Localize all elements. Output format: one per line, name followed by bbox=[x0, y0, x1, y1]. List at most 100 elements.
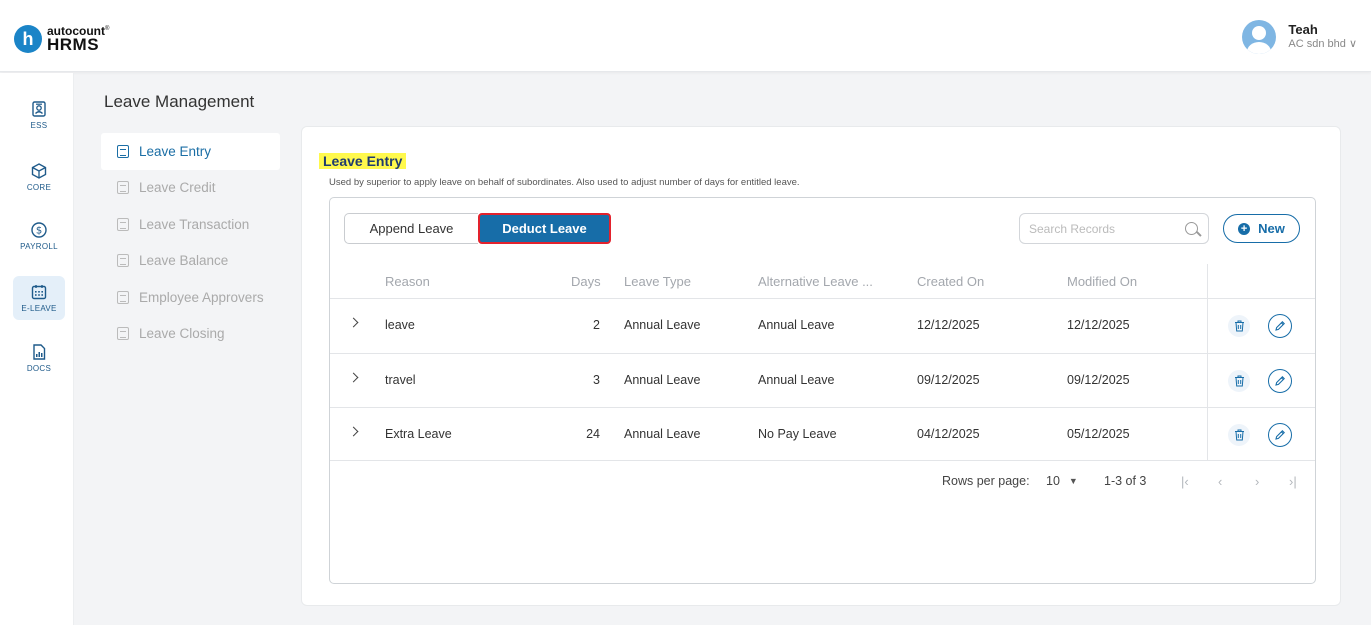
nav-e-leave[interactable]: E-LEAVE bbox=[13, 276, 65, 320]
nav-label: CORE bbox=[26, 183, 52, 192]
logo-text: autocount® HRMS bbox=[47, 25, 109, 53]
document-icon bbox=[117, 290, 129, 304]
logo-badge: h bbox=[14, 25, 42, 53]
nav-label: PAYROLL bbox=[20, 242, 58, 251]
nav-label: DOCS bbox=[26, 364, 52, 373]
delete-button[interactable] bbox=[1228, 424, 1250, 446]
menu-item-leave-balance[interactable]: Leave Balance bbox=[101, 243, 280, 280]
app-logo[interactable]: h autocount® HRMS bbox=[14, 25, 109, 53]
nav-label: E-LEAVE bbox=[21, 304, 57, 313]
cell-reason: travel bbox=[385, 373, 416, 387]
card-description: Used by superior to apply leave on behal… bbox=[329, 177, 800, 188]
menu-item-label: Leave Closing bbox=[139, 326, 225, 342]
column-header-days[interactable]: Days bbox=[571, 274, 601, 289]
column-header-reason[interactable]: Reason bbox=[385, 274, 430, 289]
delete-button[interactable] bbox=[1228, 315, 1250, 337]
chevron-right-icon[interactable] bbox=[348, 372, 359, 383]
leave-menu: Leave Entry Leave Credit Leave Transacti… bbox=[101, 133, 280, 352]
menu-item-leave-transaction[interactable]: Leave Transaction bbox=[101, 206, 280, 243]
pencil-icon bbox=[1275, 321, 1285, 331]
document-icon bbox=[117, 181, 129, 195]
user-info[interactable]: Teah AC sdn bhd ∨ bbox=[1288, 22, 1357, 52]
new-button-label: New bbox=[1258, 221, 1285, 236]
cell-reason: leave bbox=[385, 318, 415, 332]
avatar[interactable] bbox=[1242, 20, 1277, 54]
user-menu[interactable]: Teah AC sdn bhd ∨ bbox=[1242, 20, 1357, 54]
leave-entry-card: Leave Entry Used by superior to apply le… bbox=[301, 126, 1341, 606]
cell-modified-on: 05/12/2025 bbox=[1067, 427, 1130, 441]
column-header-alternative-leave[interactable]: Alternative Leave ... bbox=[758, 274, 873, 289]
cell-alternative-leave: No Pay Leave bbox=[758, 427, 837, 441]
cell-alternative-leave: Annual Leave bbox=[758, 318, 835, 332]
delete-button[interactable] bbox=[1228, 370, 1250, 392]
nav-docs[interactable]: DOCS bbox=[13, 336, 65, 380]
records-panel: Append Leave Deduct Leave + New Reason D… bbox=[329, 197, 1316, 584]
id-card-icon bbox=[32, 101, 46, 117]
column-header-leave-type[interactable]: Leave Type bbox=[624, 274, 691, 289]
document-icon bbox=[117, 254, 129, 268]
trash-icon bbox=[1234, 375, 1244, 387]
nav-ess[interactable]: ESS bbox=[13, 93, 65, 137]
edit-button[interactable] bbox=[1268, 423, 1292, 447]
document-icon bbox=[117, 217, 129, 231]
cell-days: 2 bbox=[593, 318, 600, 332]
menu-item-leave-entry[interactable]: Leave Entry bbox=[101, 133, 280, 170]
document-chart-icon bbox=[33, 344, 46, 360]
cell-created-on: 12/12/2025 bbox=[917, 318, 980, 332]
cube-icon bbox=[31, 163, 47, 179]
menu-item-label: Leave Credit bbox=[139, 180, 216, 196]
column-header-created-on[interactable]: Created On bbox=[917, 274, 984, 289]
cell-reason: Extra Leave bbox=[385, 427, 452, 441]
append-leave-button[interactable]: Append Leave bbox=[344, 213, 478, 244]
chevron-right-icon[interactable] bbox=[348, 426, 359, 437]
company-dropdown[interactable]: AC sdn bhd ∨ bbox=[1288, 38, 1357, 52]
search-box bbox=[1019, 213, 1209, 244]
first-page-icon[interactable]: |‹ bbox=[1181, 474, 1189, 489]
rows-per-page-label: Rows per page: bbox=[942, 474, 1030, 488]
edit-button[interactable] bbox=[1268, 369, 1292, 393]
trash-icon bbox=[1234, 429, 1244, 441]
chevron-right-icon[interactable] bbox=[348, 317, 359, 328]
nav-payroll[interactable]: $ PAYROLL bbox=[13, 214, 65, 258]
edit-button[interactable] bbox=[1268, 314, 1292, 338]
menu-item-employee-approvers[interactable]: Employee Approvers bbox=[101, 279, 280, 316]
pencil-icon bbox=[1275, 430, 1285, 440]
trash-icon bbox=[1234, 320, 1244, 332]
user-name: Teah bbox=[1288, 22, 1318, 37]
section-title: Leave Management bbox=[104, 92, 255, 111]
deduct-leave-button[interactable]: Deduct Leave bbox=[478, 213, 611, 244]
table-row[interactable]: Extra Leave 24 Annual Leave No Pay Leave… bbox=[330, 407, 1315, 461]
table-row[interactable]: travel 3 Annual Leave Annual Leave 09/12… bbox=[330, 353, 1315, 407]
cell-alternative-leave: Annual Leave bbox=[758, 373, 835, 387]
top-header: h autocount® HRMS Teah AC sdn bhd ∨ bbox=[0, 0, 1371, 72]
search-input[interactable] bbox=[1029, 214, 1179, 243]
next-page-icon[interactable]: › bbox=[1255, 474, 1259, 489]
document-icon bbox=[117, 144, 129, 158]
menu-item-leave-closing[interactable]: Leave Closing bbox=[101, 316, 280, 353]
dollar-coin-icon: $ bbox=[31, 222, 47, 238]
plus-circle-icon: + bbox=[1238, 222, 1251, 235]
module-sidebar: ESS CORE $ PAYROLL E-LEAVE DOCS bbox=[0, 73, 74, 625]
document-icon bbox=[117, 327, 129, 341]
cell-days: 24 bbox=[586, 427, 600, 441]
cell-modified-on: 09/12/2025 bbox=[1067, 373, 1130, 387]
new-button[interactable]: + New bbox=[1223, 214, 1300, 243]
cell-days: 3 bbox=[593, 373, 600, 387]
previous-page-icon[interactable]: ‹ bbox=[1218, 474, 1222, 489]
cell-created-on: 04/12/2025 bbox=[917, 427, 980, 441]
calendar-icon bbox=[31, 285, 47, 300]
logo-mark: ® bbox=[105, 26, 110, 32]
column-header-modified-on[interactable]: Modified On bbox=[1067, 274, 1137, 289]
menu-item-label: Leave Balance bbox=[139, 253, 229, 269]
last-page-icon[interactable]: ›| bbox=[1289, 474, 1297, 489]
rows-per-page-select[interactable]: 10 ▼ bbox=[1046, 474, 1078, 488]
menu-item-leave-credit[interactable]: Leave Credit bbox=[101, 170, 280, 207]
svg-text:$: $ bbox=[36, 226, 42, 237]
leave-mode-toggle: Append Leave Deduct Leave bbox=[344, 213, 611, 244]
search-icon[interactable] bbox=[1185, 222, 1198, 235]
logo-product: HRMS bbox=[47, 35, 100, 54]
nav-core[interactable]: CORE bbox=[13, 155, 65, 199]
table-row[interactable]: leave 2 Annual Leave Annual Leave 12/12/… bbox=[330, 298, 1315, 352]
rows-per-page-value: 10 bbox=[1046, 474, 1060, 488]
menu-item-label: Leave Transaction bbox=[139, 216, 250, 232]
